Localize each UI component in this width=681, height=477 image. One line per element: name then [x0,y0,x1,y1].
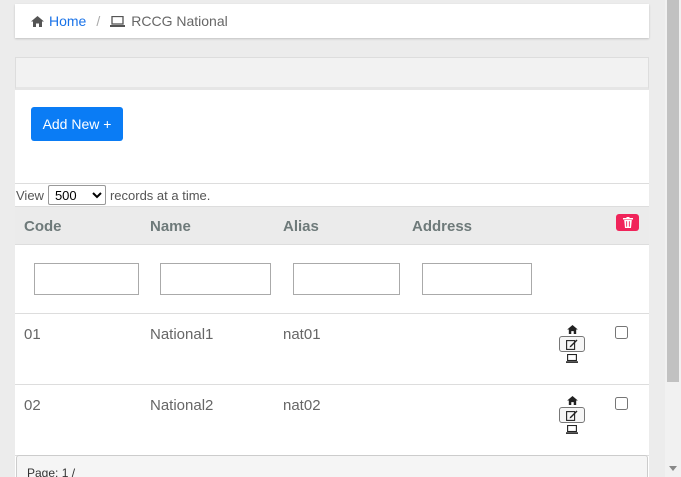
header-code[interactable]: Code [24,218,62,235]
breadcrumb-separator: / [96,13,101,29]
edit-icon [566,410,578,421]
header-address[interactable]: Address [412,218,472,235]
row-actions [559,325,585,363]
laptop-icon [110,15,126,27]
table-header: Code Name Alias Address [15,206,649,245]
scroll-down-arrow-icon[interactable] [669,466,677,471]
filter-row [15,245,649,314]
breadcrumb-current: RCCG National [110,13,228,29]
filter-alias-input[interactable] [293,263,400,295]
row-name: National1 [150,326,214,343]
home-icon[interactable] [566,396,578,405]
breadcrumb-home-link[interactable]: Home [31,13,86,29]
table-row: 02 National2 nat02 [15,385,649,456]
delete-selected-button[interactable] [616,214,639,231]
header-name[interactable]: Name [150,218,191,235]
breadcrumb-current-label: RCCG National [131,13,228,29]
row-name: National2 [150,397,214,414]
main-panel: Add New + View 500 records at a time. Co… [15,57,649,477]
view-suffix-label: records at a time. [109,187,211,203]
row-alias: nat01 [283,326,321,343]
laptop-icon[interactable] [566,354,578,363]
breadcrumb-home-label[interactable]: Home [49,13,86,29]
filter-name-input[interactable] [160,263,271,295]
home-icon[interactable] [566,325,578,334]
edit-icon [566,339,578,350]
vertical-scrollbar[interactable] [665,0,681,477]
records-per-page-select[interactable]: 500 [47,185,106,205]
edit-button[interactable] [559,336,585,352]
pagination-bar: Page: 1 / [16,455,648,477]
page-indicator: Page: 1 / [27,466,76,477]
add-new-button[interactable]: Add New + [31,107,123,141]
home-icon [31,15,44,27]
row-alias: nat02 [283,397,321,414]
row-actions [559,396,585,434]
filter-address-input[interactable] [422,263,532,295]
row-select-checkbox[interactable] [615,326,628,339]
records-per-page-control: View 500 records at a time. [15,183,649,206]
row-code: 02 [24,397,41,414]
table-row: 01 National1 nat01 [15,314,649,385]
breadcrumb: Home / RCCG National [15,4,649,38]
filter-code-input[interactable] [34,263,139,295]
scrollbar-thumb[interactable] [667,0,679,382]
view-prefix-label: View [16,187,44,203]
edit-button[interactable] [559,407,585,423]
trash-icon [622,217,633,228]
laptop-icon[interactable] [566,425,578,434]
header-alias[interactable]: Alias [283,218,319,235]
row-code: 01 [24,326,41,343]
row-select-checkbox[interactable] [615,397,628,410]
panel-header [15,57,649,90]
